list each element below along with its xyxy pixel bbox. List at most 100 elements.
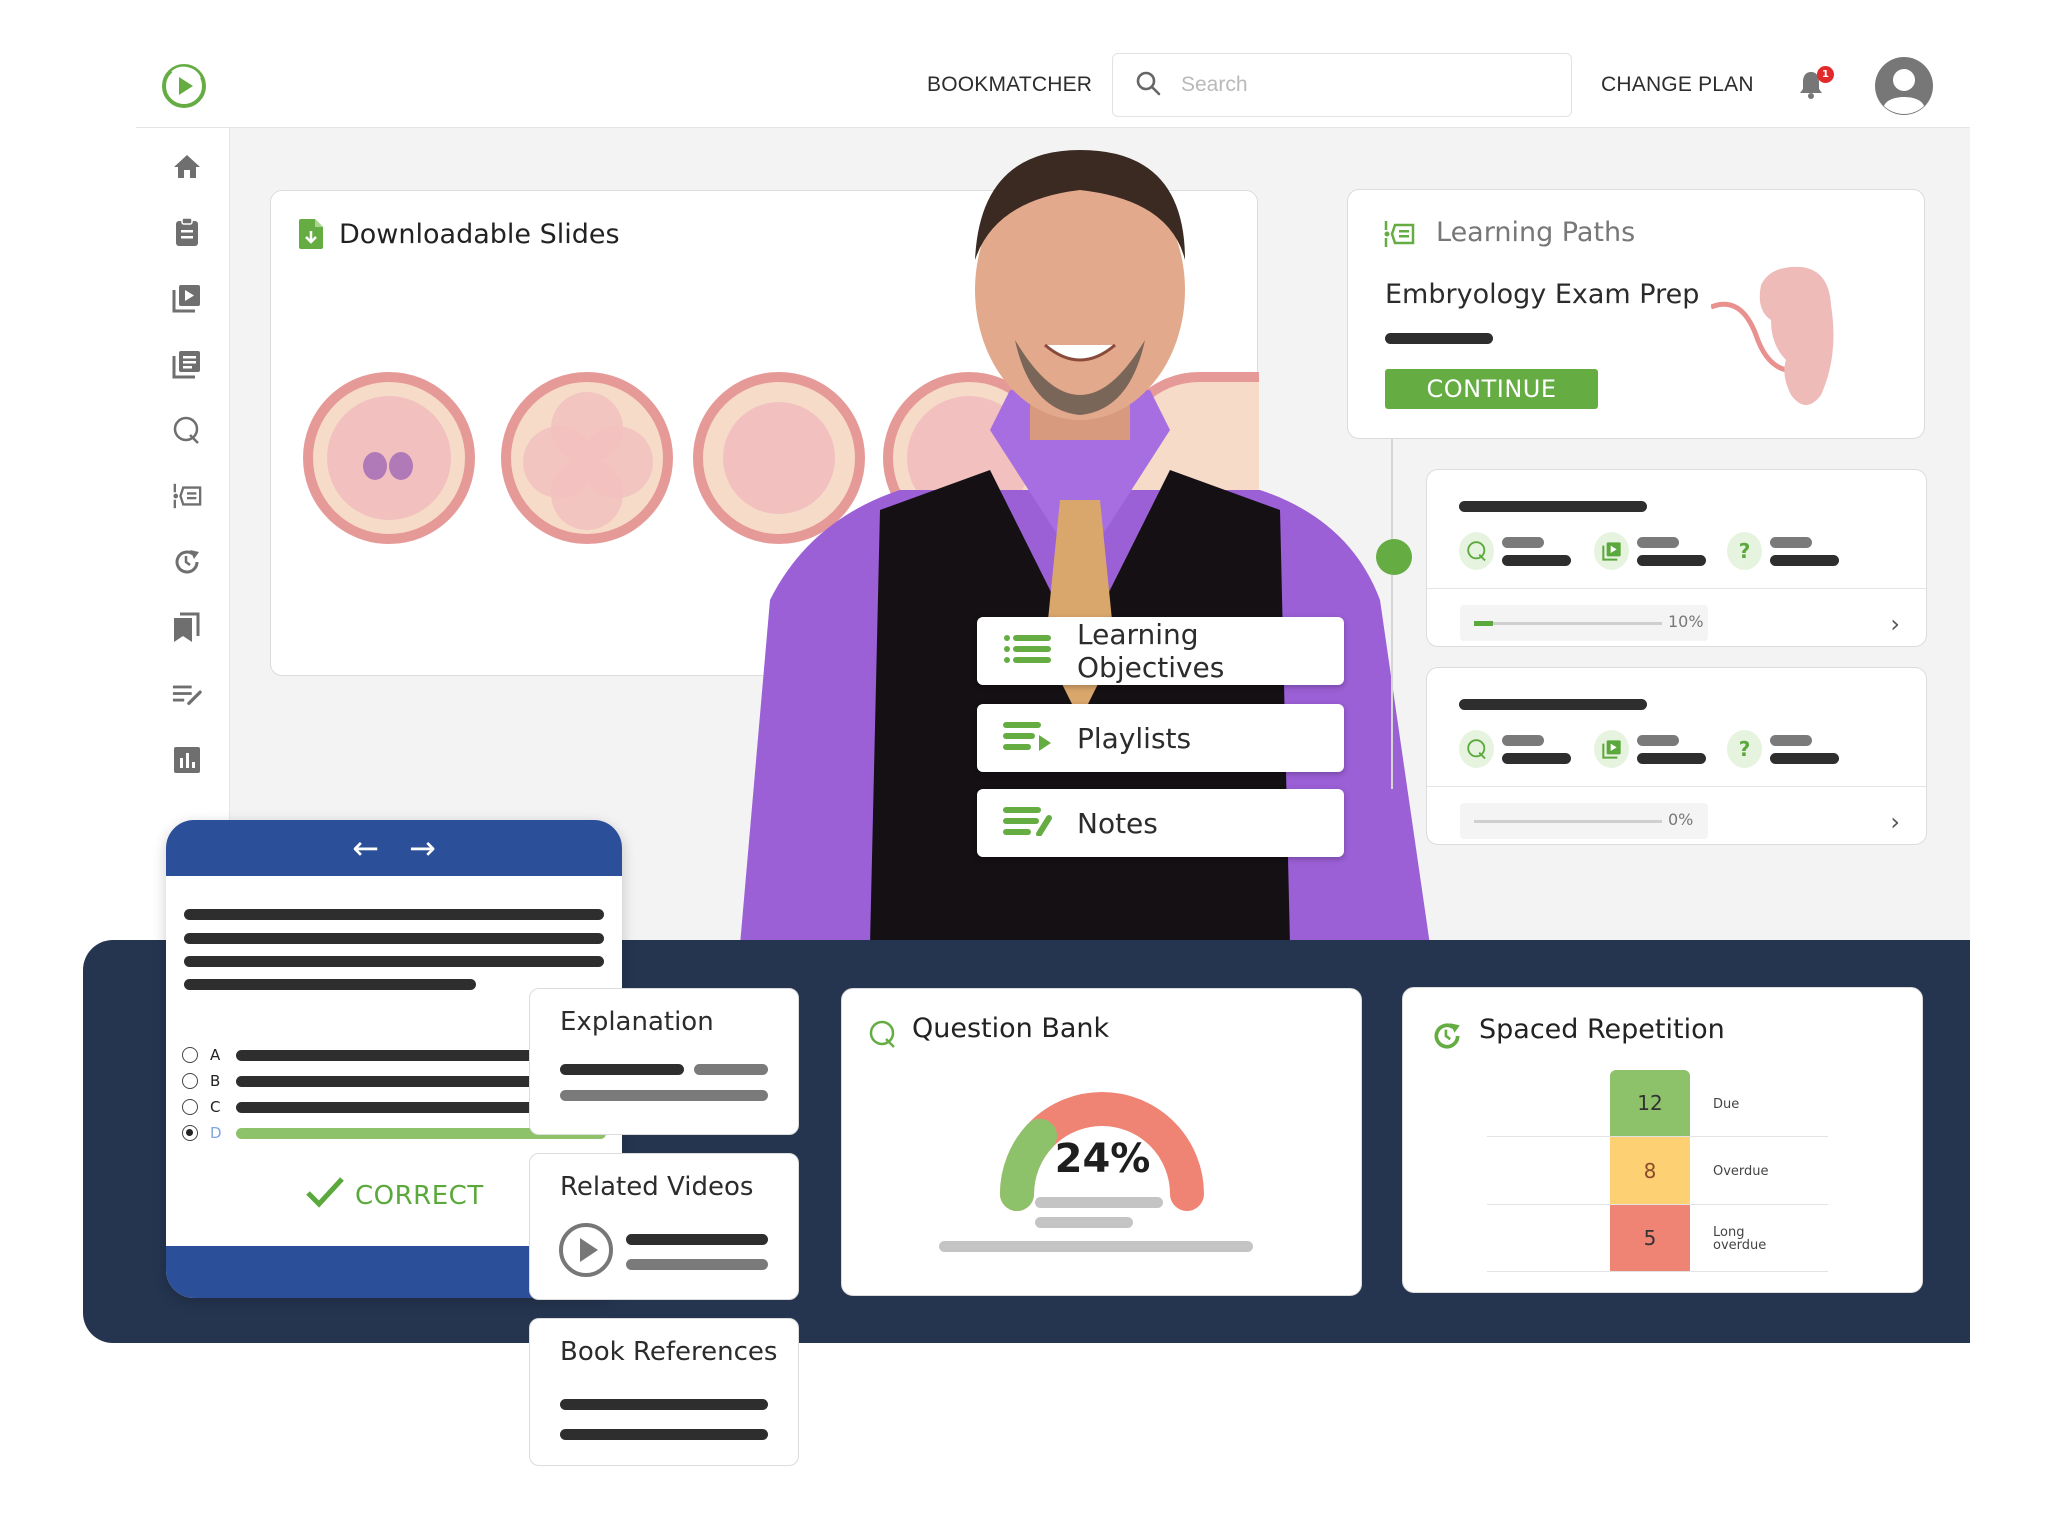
- search-box[interactable]: [1112, 53, 1572, 117]
- question-text-placeholder: [184, 956, 604, 967]
- embryo-illustration: [1710, 265, 1851, 419]
- notes-icon: [1003, 806, 1053, 840]
- timeline-line: [1391, 439, 1393, 789]
- question-text-placeholder: [184, 979, 476, 990]
- tile-title: Related Videos: [560, 1172, 754, 1202]
- quiz-header: ← →: [166, 820, 622, 876]
- step-stat-placeholder: [1637, 735, 1679, 746]
- question-text-placeholder: [184, 933, 604, 944]
- text-placeholder: [694, 1064, 768, 1075]
- notes-library-icon[interactable]: [172, 349, 202, 379]
- long-overdue-count: 5: [1610, 1205, 1690, 1271]
- question-bank-card[interactable]: Question Bank 24%: [841, 988, 1362, 1296]
- list-icon: [1003, 634, 1053, 668]
- explanation-tile[interactable]: Explanation: [529, 988, 799, 1135]
- overdue-label: Overdue: [1713, 1164, 1769, 1179]
- video-icon: [1594, 730, 1629, 768]
- related-videos-tile[interactable]: Related Videos: [529, 1153, 799, 1300]
- step-stat-placeholder: [1637, 537, 1679, 548]
- progress-fill: [1474, 621, 1493, 626]
- menu-notes[interactable]: Notes: [977, 789, 1344, 857]
- quiz-question-icon: ?: [1727, 730, 1762, 768]
- arrow-left-icon[interactable]: ←: [352, 829, 379, 867]
- menu-item-label: Learning Objectives: [1077, 618, 1225, 684]
- home-icon[interactable]: [172, 151, 202, 181]
- question-bank-icon[interactable]: [172, 415, 202, 445]
- menu-learning-objectives[interactable]: Learning Objectives: [977, 617, 1344, 685]
- correct-indicator: CORRECT: [305, 1176, 484, 1215]
- clipboard-icon[interactable]: [172, 217, 202, 247]
- path-name: Embryology Exam Prep: [1385, 279, 1700, 310]
- search-icon: [1135, 70, 1161, 100]
- radio-button[interactable]: [182, 1047, 198, 1063]
- learning-paths-title: Learning Paths: [1436, 217, 1636, 248]
- step-stat-placeholder: [1502, 537, 1544, 548]
- step-stat-placeholder: [1770, 537, 1812, 548]
- step-stat-placeholder: [1637, 753, 1706, 764]
- radio-button[interactable]: [182, 1099, 198, 1115]
- continue-button[interactable]: CONTINUE: [1385, 369, 1598, 409]
- divider: [1427, 588, 1926, 589]
- divider: [1427, 786, 1926, 787]
- option-letter: B: [210, 1072, 221, 1090]
- video-library-icon[interactable]: [172, 283, 202, 313]
- book-references-tile[interactable]: Book References: [529, 1318, 799, 1466]
- logo-icon[interactable]: [160, 62, 208, 110]
- timeline-active-dot: [1376, 539, 1412, 575]
- due-count: 12: [1610, 1070, 1690, 1136]
- step-title-placeholder: [1459, 699, 1647, 710]
- question-bank-icon: [868, 1019, 898, 1053]
- learning-paths-icon[interactable]: [172, 481, 202, 511]
- long-overdue-label: Long overdue: [1713, 1225, 1767, 1253]
- path-progress-placeholder: [1385, 333, 1493, 344]
- menu-item-label: Notes: [1077, 806, 1158, 840]
- step-progress: 10%: [1460, 605, 1708, 641]
- slides-title: Downloadable Slides: [339, 219, 620, 250]
- spaced-repetition-icon[interactable]: [172, 547, 202, 577]
- text-placeholder: [560, 1090, 768, 1101]
- menu-playlists[interactable]: Playlists: [977, 704, 1344, 772]
- analytics-icon[interactable]: [172, 745, 202, 775]
- play-circle-icon[interactable]: [558, 1222, 614, 1282]
- playlist-icon: [1003, 721, 1053, 755]
- edit-notes-icon[interactable]: [172, 679, 202, 709]
- chevron-right-icon[interactable]: ›: [1890, 808, 1900, 836]
- quiz-question-icon: ?: [1727, 532, 1762, 570]
- spaced-repetition-card[interactable]: Spaced Repetition 12 8 5 Due Overdue Lon…: [1402, 987, 1923, 1293]
- chevron-right-icon[interactable]: ›: [1890, 610, 1900, 638]
- score-percent: 24%: [1054, 1136, 1151, 1182]
- checkmark-icon: [305, 1176, 345, 1215]
- option-letter: D: [210, 1124, 222, 1142]
- user-avatar-icon[interactable]: [1874, 56, 1934, 120]
- learning-paths-icon: [1383, 220, 1415, 252]
- bookmarks-icon[interactable]: [172, 612, 202, 643]
- step-stat-placeholder: [1502, 735, 1544, 746]
- slide-thumbnail-4cell[interactable]: [501, 372, 673, 544]
- path-step-card[interactable]: ? 10% ›: [1426, 469, 1927, 647]
- step-stat-placeholder: [1502, 555, 1571, 566]
- search-input[interactable]: [1181, 73, 1541, 97]
- step-stat-placeholder: [1770, 735, 1812, 746]
- step-stat-placeholder: [1770, 753, 1839, 764]
- spaced-repetition-icon: [1431, 1020, 1463, 1056]
- change-plan-link[interactable]: CHANGE PLAN: [1601, 73, 1754, 97]
- step-stat-placeholder: [1637, 555, 1706, 566]
- path-step-card[interactable]: ? 0% ›: [1426, 667, 1927, 845]
- overdue-count: 8: [1610, 1137, 1690, 1204]
- bookmatcher-link[interactable]: BOOKMATCHER: [927, 73, 1092, 97]
- slide-thumbnail-zygote[interactable]: [303, 372, 475, 544]
- divider: [1487, 1271, 1828, 1272]
- radio-button[interactable]: [182, 1073, 198, 1089]
- question-bank-title: Question Bank: [912, 1013, 1110, 1044]
- arrow-right-icon[interactable]: →: [409, 829, 436, 867]
- radio-button-selected[interactable]: [182, 1125, 198, 1141]
- question-text-placeholder: [184, 909, 604, 920]
- text-placeholder: [939, 1241, 1253, 1252]
- step-stat-placeholder: [1502, 753, 1571, 764]
- text-placeholder: [560, 1429, 768, 1440]
- progress-label: 10%: [1668, 612, 1704, 631]
- notification-badge: 1: [1817, 66, 1834, 83]
- text-placeholder: [560, 1064, 684, 1075]
- progress-label: 0%: [1668, 810, 1694, 829]
- text-placeholder: [1035, 1197, 1163, 1208]
